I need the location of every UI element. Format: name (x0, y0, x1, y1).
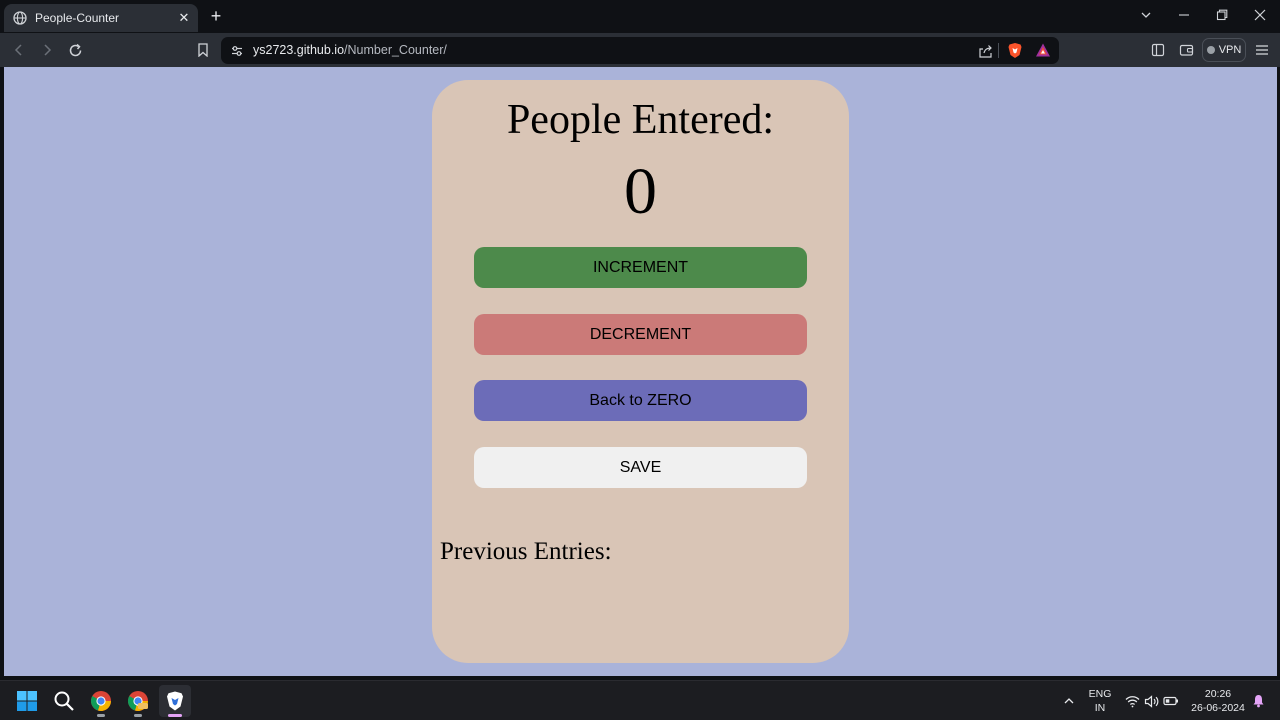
chrome-icon[interactable] (85, 685, 117, 717)
tab-close-icon[interactable]: ✕ (174, 11, 194, 25)
previous-entries-label: Previous Entries: (440, 538, 612, 565)
show-hidden-icons-chevron-icon[interactable] (1061, 693, 1077, 709)
minimize-icon[interactable] (1174, 8, 1194, 24)
chrome-beta-running-indicator (134, 714, 142, 717)
site-settings-icon[interactable] (229, 43, 245, 59)
reset-button[interactable]: Back to ZERO (474, 380, 807, 421)
restore-icon[interactable] (1212, 8, 1232, 24)
bookmark-icon[interactable] (194, 41, 212, 59)
new-tab-button[interactable]: + (206, 6, 226, 26)
windows-start-icon[interactable] (11, 685, 43, 717)
back-icon[interactable] (10, 41, 28, 59)
toolbar-divider (998, 43, 999, 58)
brave-shields-icon[interactable] (1007, 42, 1023, 58)
brave-icon[interactable] (159, 685, 191, 717)
globe-icon (13, 11, 27, 25)
notification-bell-icon[interactable] (1250, 693, 1266, 709)
windows-taskbar: ENG IN 20:26 26-06-2024 (0, 680, 1280, 720)
share-icon[interactable] (977, 43, 993, 59)
wallet-icon[interactable] (1178, 42, 1194, 58)
clock-time: 20:26 (1204, 688, 1232, 700)
page-title: People Entered: (506, 97, 775, 143)
close-window-icon[interactable] (1250, 8, 1270, 24)
language-indicator[interactable]: ENG IN (1086, 687, 1114, 715)
battery-icon[interactable] (1163, 693, 1179, 709)
vpn-status-icon (1206, 46, 1215, 54)
reload-icon[interactable] (66, 41, 84, 59)
tab-title: People-Counter (35, 11, 120, 25)
browser-toolbar: ys2723.github.io/Number_Counter/ VPN (0, 33, 1280, 67)
search-icon[interactable] (48, 685, 80, 717)
tab-strip: People-Counter ✕ + (0, 0, 1280, 33)
url-text: ys2723.github.io/Number_Counter/ (253, 43, 447, 57)
sidebar-toggle-icon[interactable] (1150, 42, 1166, 58)
tab-search-chevron-icon[interactable] (1136, 8, 1156, 24)
url-path: /Number_Counter/ (344, 43, 447, 57)
page-viewport: People Entered: 0 INCREMENT DECREMENT Ba… (4, 67, 1277, 676)
chrome-running-indicator (97, 714, 105, 717)
menu-icon[interactable] (1254, 42, 1270, 58)
vpn-label: VPN (1218, 44, 1242, 56)
url-host: ys2723.github.io (253, 43, 345, 57)
address-bar[interactable]: ys2723.github.io/Number_Counter/ (221, 37, 1059, 64)
decrement-button[interactable]: DECREMENT (474, 314, 807, 355)
save-button[interactable]: SAVE (474, 447, 807, 488)
counter-card: People Entered: 0 INCREMENT DECREMENT Ba… (432, 80, 849, 663)
chrome-beta-icon[interactable] (122, 685, 154, 717)
clock-date: 26-06-2024 (1191, 702, 1245, 714)
people-count: 0 (624, 155, 657, 228)
increment-button[interactable]: INCREMENT (474, 247, 807, 288)
clock[interactable]: 20:26 26-06-2024 (1186, 687, 1250, 715)
volume-icon[interactable] (1143, 693, 1159, 709)
region-code: IN (1094, 702, 1106, 714)
vpn-button[interactable]: VPN (1202, 38, 1246, 62)
forward-icon[interactable] (38, 41, 56, 59)
wifi-icon[interactable] (1124, 693, 1140, 709)
language-code: ENG (1088, 688, 1112, 700)
brave-active-indicator (168, 714, 182, 717)
brave-rewards-icon[interactable] (1035, 42, 1051, 58)
browser-tab[interactable]: People-Counter ✕ (4, 4, 198, 32)
